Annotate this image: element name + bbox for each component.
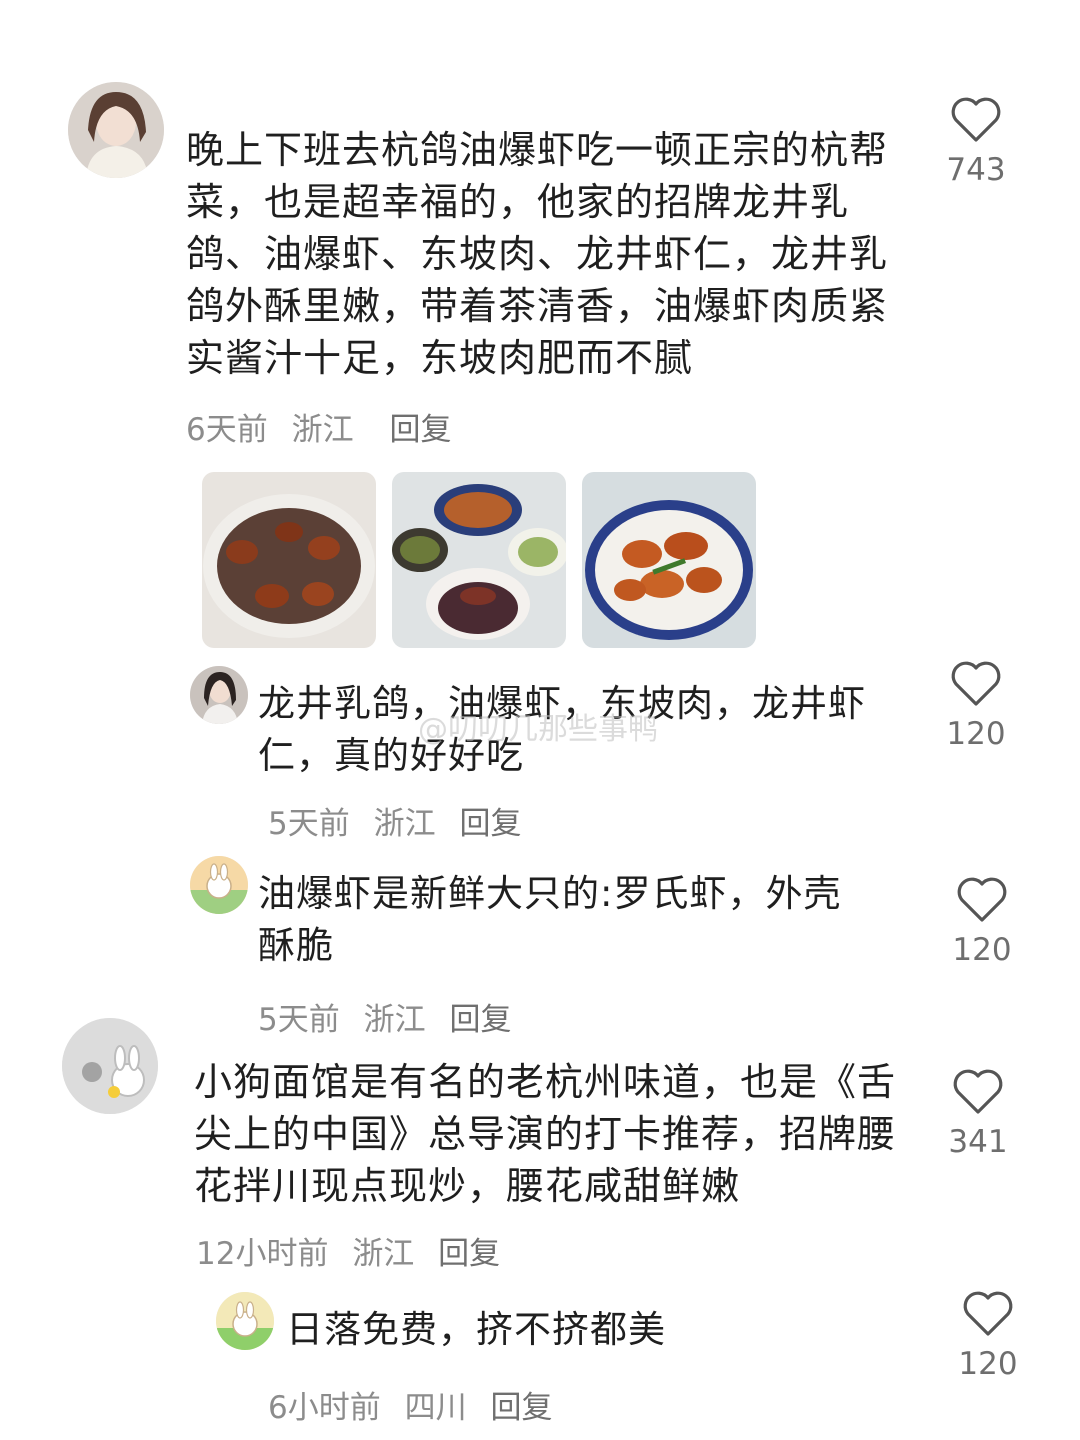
comment-text: 小狗面馆是有名的老杭州味道，也是《舌尖上的中国》总导演的打卡推荐，招牌腰花拌川现… (194, 1060, 897, 1208)
comment-image-table-dishes[interactable] (392, 472, 566, 648)
avatar[interactable] (216, 1292, 274, 1350)
comment-meta: 5天前 浙江 回复 (258, 994, 525, 1039)
heart-icon (951, 97, 1001, 142)
comment-time: 5天前 (268, 806, 350, 842)
comment-time: 6天前 (186, 412, 268, 448)
like-button[interactable]: 120 (948, 1290, 1028, 1382)
comment-location: 浙江 (363, 1002, 426, 1038)
avatar[interactable] (68, 82, 164, 178)
like-count: 743 (946, 152, 1006, 188)
reply-button[interactable]: 回复 (490, 1390, 552, 1426)
reply-button[interactable]: 回复 (389, 412, 451, 448)
heart-icon (963, 1291, 1013, 1336)
comment-time: 5天前 (258, 1002, 340, 1038)
reply-button[interactable]: 回复 (449, 1002, 511, 1038)
comment-image-roast-pigeon[interactable] (202, 472, 376, 648)
reply-button[interactable]: 回复 (459, 806, 521, 842)
comment-meta: 12小时前 浙江 回复 (196, 1228, 514, 1273)
heart-icon (951, 661, 1001, 706)
comment-text: 晚上下班去杭鸽油爆虾吃一顿正宗的杭帮菜，也是超幸福的，他家的招牌龙井乳鸽、油爆虾… (186, 128, 889, 380)
reply-comment-text: 日落免费，挤不挤都美 (286, 1308, 666, 1351)
avatar[interactable] (190, 856, 248, 914)
reply-comment-text: 龙井乳鸽，油爆虾，东坡肉，龙井虾仁，真的好好吃 (258, 682, 866, 777)
comment-time: 12小时前 (196, 1236, 329, 1272)
avatar[interactable] (62, 1018, 158, 1114)
comment-location: 浙江 (373, 806, 436, 842)
heart-icon (953, 1069, 1003, 1114)
like-count: 341 (948, 1124, 1008, 1160)
comment-meta: 6小时前 四川 回复 (268, 1382, 566, 1427)
reply-comment-text: 油爆虾是新鲜大只的:罗氏虾，外壳酥脆 (258, 872, 842, 967)
like-count: 120 (958, 1346, 1018, 1382)
like-button[interactable]: 120 (942, 876, 1022, 968)
avatar[interactable] (190, 666, 248, 724)
like-count: 120 (952, 932, 1012, 968)
comment-meta: 5天前 浙江 回复 (268, 798, 535, 843)
reply-button[interactable]: 回复 (438, 1236, 500, 1272)
like-button[interactable]: 120 (936, 660, 1016, 752)
comment-image-braised-shrimp[interactable] (582, 472, 756, 648)
heart-icon (957, 877, 1007, 922)
like-button[interactable]: 341 (938, 1068, 1018, 1160)
like-button[interactable]: 743 (936, 96, 1016, 188)
comment-location: 四川 (404, 1390, 467, 1426)
comment-time: 6小时前 (268, 1390, 381, 1426)
comment-location: 浙江 (352, 1236, 415, 1272)
comment-location: 浙江 (291, 412, 354, 448)
like-count: 120 (946, 716, 1006, 752)
comment-meta: 6天前 浙江 回复 (186, 404, 465, 449)
